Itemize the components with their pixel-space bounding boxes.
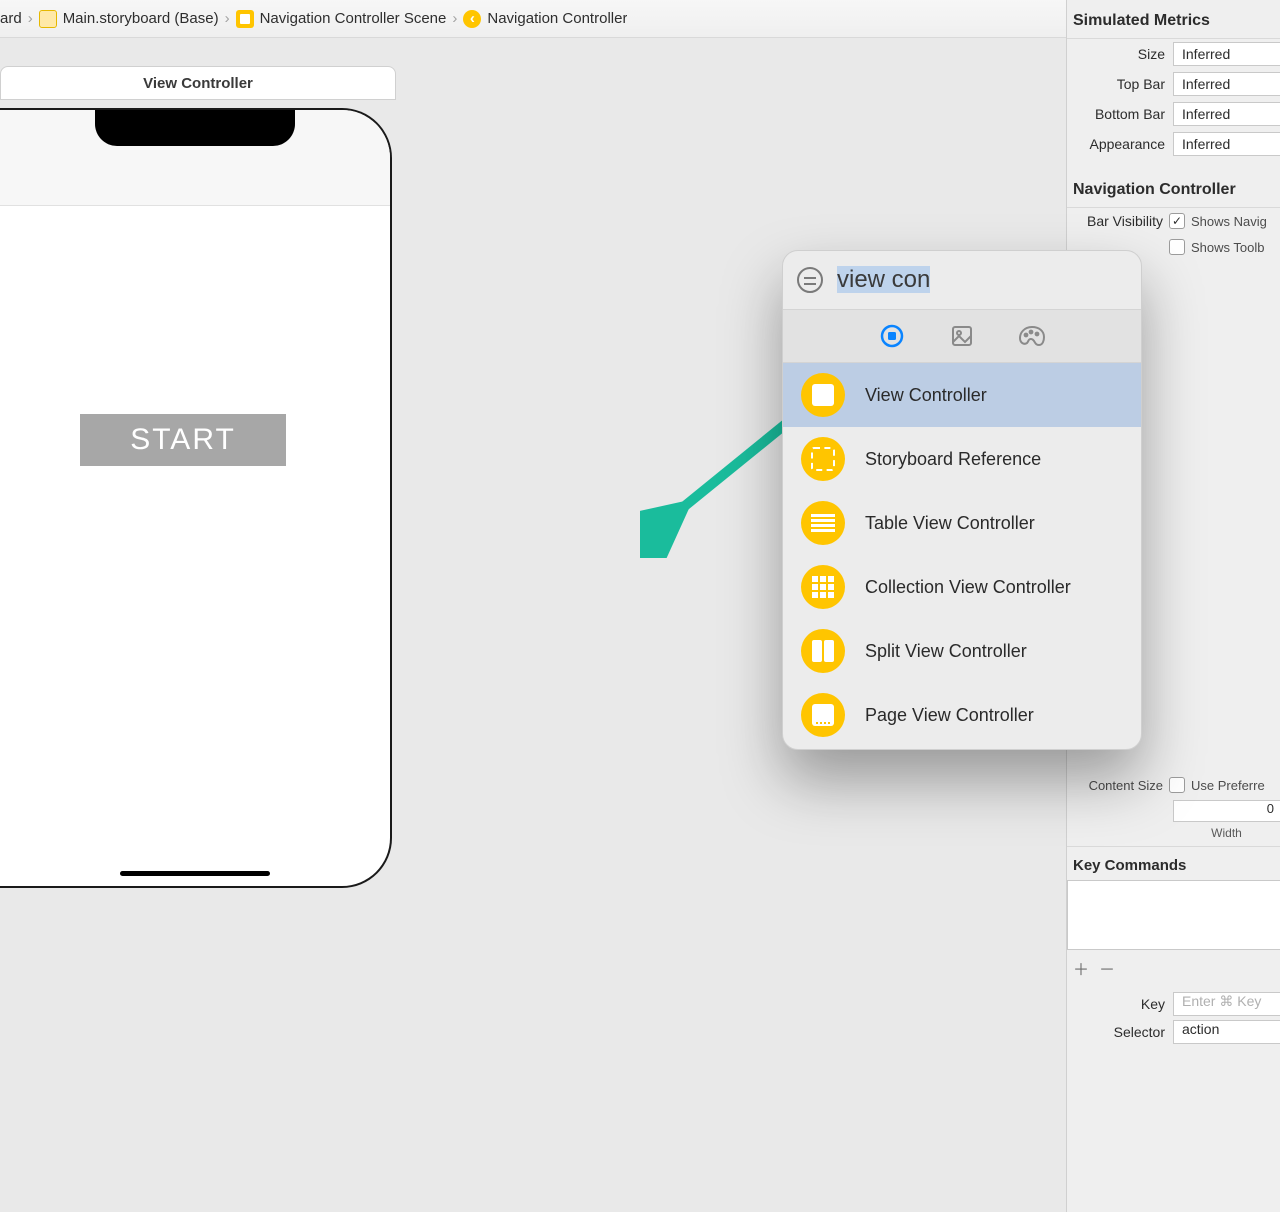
split-view-controller-icon (801, 629, 845, 673)
tab-objects[interactable] (878, 322, 906, 350)
library-item-page-view-controller[interactable]: Page View Controller (783, 683, 1141, 747)
library-item-label: Collection View Controller (865, 577, 1071, 598)
tab-media[interactable] (948, 322, 976, 350)
input-width[interactable]: 0 (1173, 800, 1280, 822)
checkbox-use-preferred[interactable] (1169, 777, 1185, 793)
label-shows-toolbar: Shows Toolb (1191, 240, 1264, 255)
filter-icon[interactable] (797, 267, 823, 293)
view-controller-icon (801, 373, 845, 417)
chevron-right-icon: › (452, 10, 457, 27)
label-shows-navigation: Shows Navig (1191, 214, 1267, 229)
scene-icon (236, 10, 254, 28)
section-simulated-metrics: Simulated Metrics (1067, 0, 1280, 39)
home-indicator (120, 871, 270, 876)
library-search-input[interactable]: view con (837, 266, 930, 294)
label-topbar: Top Bar (1067, 76, 1173, 92)
label-key: Key (1067, 996, 1173, 1012)
scene-title-bar[interactable]: View Controller (0, 66, 396, 100)
library-item-view-controller[interactable]: View Controller (783, 363, 1141, 427)
library-item-label: Storyboard Reference (865, 449, 1041, 470)
crumb-scene[interactable]: Navigation Controller Scene (260, 10, 447, 27)
remove-key-command-button[interactable]: － (1099, 956, 1115, 980)
breadcrumb-left: ard › Main.storyboard (Base) › Navigatio… (0, 10, 627, 28)
section-key-commands: Key Commands (1067, 847, 1280, 874)
checkbox-shows-navigation[interactable] (1169, 213, 1185, 229)
label-selector: Selector (1067, 1024, 1173, 1040)
label-size: Size (1067, 46, 1173, 62)
scene-title-label: View Controller (143, 75, 253, 92)
dropdown-size[interactable]: Inferred (1173, 42, 1280, 66)
crumb-navcontroller[interactable]: Navigation Controller (487, 10, 627, 27)
chevron-right-icon: › (225, 10, 230, 27)
library-item-collection-view-controller[interactable]: Collection View Controller (783, 555, 1141, 619)
dropdown-bottombar[interactable]: Inferred (1173, 102, 1280, 126)
collection-view-controller-icon (801, 565, 845, 609)
dropdown-topbar[interactable]: Inferred (1173, 72, 1280, 96)
label-use-preferred: Use Preferre (1191, 778, 1265, 793)
label-content-size: Content Size (1075, 778, 1169, 793)
add-key-command-button[interactable]: ＋ (1073, 956, 1089, 980)
checkbox-shows-toolbar[interactable] (1169, 239, 1185, 255)
library-item-storyboard-reference[interactable]: Storyboard Reference (783, 427, 1141, 491)
dropdown-appearance[interactable]: Inferred (1173, 132, 1280, 156)
library-item-table-view-controller[interactable]: Table View Controller (783, 491, 1141, 555)
storyboard-file-icon (39, 10, 57, 28)
key-commands-list[interactable] (1067, 880, 1280, 950)
chevron-right-icon: › (28, 10, 33, 27)
label-appearance: Appearance (1067, 136, 1173, 152)
input-selector[interactable]: action (1173, 1020, 1280, 1044)
library-item-label: Page View Controller (865, 705, 1034, 726)
tab-color[interactable] (1018, 322, 1046, 350)
table-view-controller-icon (801, 501, 845, 545)
device-notch (95, 110, 295, 146)
crumb-truncated[interactable]: ard (0, 10, 22, 27)
navigation-controller-icon: ‹ (463, 10, 481, 28)
storyboard-reference-icon (801, 437, 845, 481)
library-results-list: View Controller Storyboard Reference Tab… (783, 363, 1141, 749)
device-frame: START (0, 108, 392, 888)
label-bottombar: Bottom Bar (1067, 106, 1173, 122)
library-item-label: Table View Controller (865, 513, 1035, 534)
crumb-storyboard[interactable]: Main.storyboard (Base) (63, 10, 219, 27)
ib-canvas[interactable]: View Controller START (0, 38, 906, 1212)
library-item-split-view-controller[interactable]: Split View Controller (783, 619, 1141, 683)
label-bar-visibility: Bar Visibility (1075, 213, 1169, 229)
library-item-label: Split View Controller (865, 641, 1027, 662)
object-library-popover: view con View Controller Storyboard Refe… (782, 250, 1142, 750)
section-nav-controller: Navigation Controller (1067, 169, 1280, 208)
page-view-controller-icon (801, 693, 845, 737)
label-width: Width (1067, 824, 1280, 846)
library-item-label: View Controller (865, 385, 987, 406)
input-key[interactable]: Enter ⌘ Key (1173, 992, 1280, 1016)
start-button[interactable]: START (80, 414, 286, 466)
start-button-label: START (130, 423, 236, 457)
